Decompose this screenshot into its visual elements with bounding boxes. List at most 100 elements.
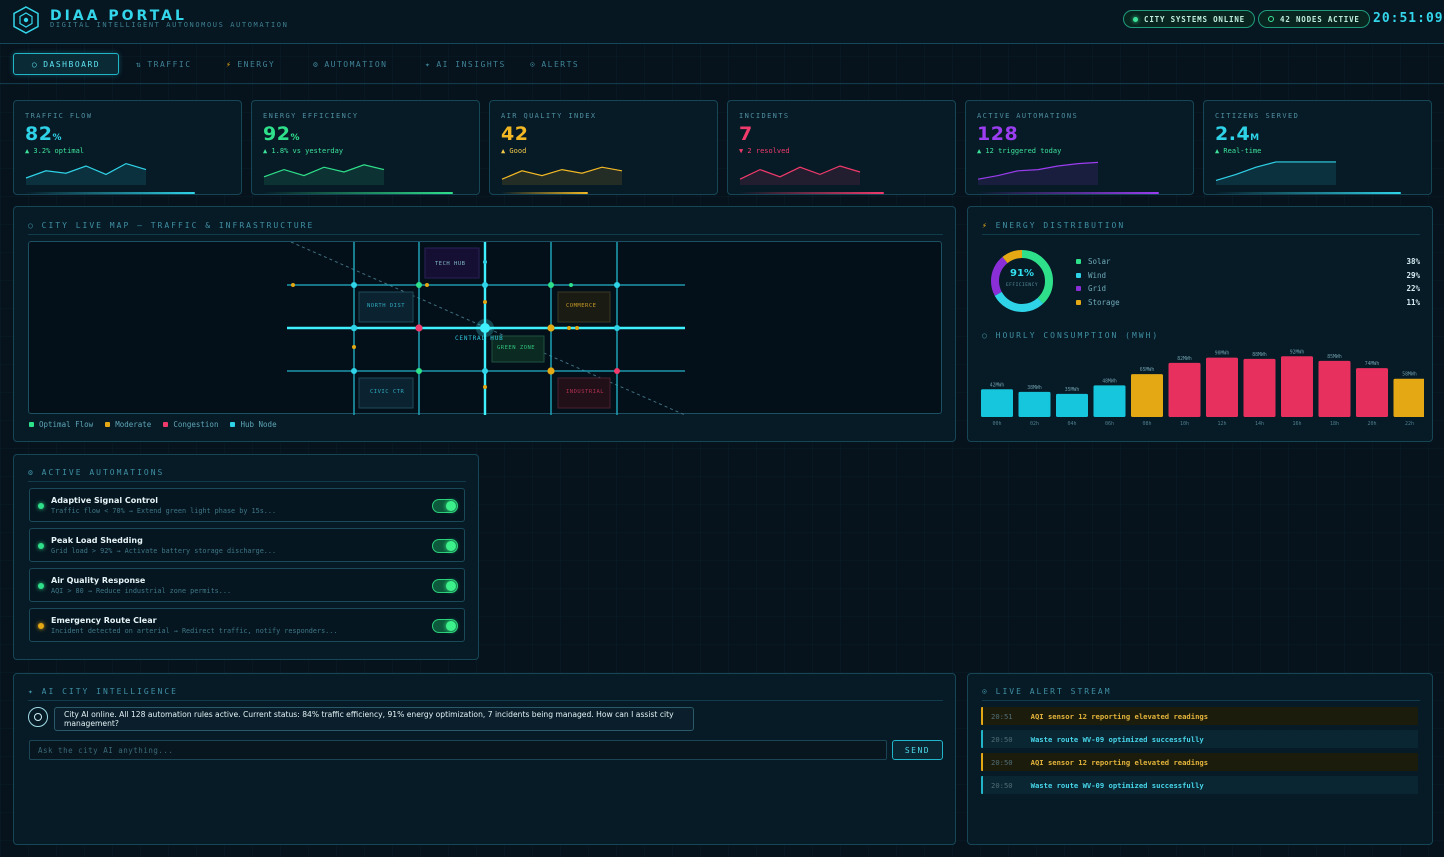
city-map-panel: ○ CITY LIVE MAP — TRAFFIC & INFRASTRUCTU… [13,206,956,442]
ai-chat-panel: ✦ AI CITY INTELLIGENCE City AI online. A… [13,673,956,845]
district-industrial[interactable]: INDUSTRIAL [566,389,604,395]
kpi-unit: % [52,133,62,143]
send-button[interactable]: SEND [892,740,943,760]
kpi-value: 2.4M [1215,123,1260,145]
automation-toggle[interactable] [432,499,458,513]
sparkline-area [978,162,1098,185]
tab-energy[interactable]: ⚡ ENERGY [216,53,285,75]
tab-label: ENERGY [237,59,276,69]
tab-traffic[interactable]: ⇅ TRAFFIC [126,53,202,75]
legend-item: Hub Node [230,420,277,429]
circle-icon: ○ [982,331,996,340]
alert-item[interactable]: 20:50 AQI sensor 12 reporting elevated r… [981,753,1418,771]
tab-automation[interactable]: ⚙ AUTOMATION [303,53,398,75]
chart-bar[interactable] [1243,358,1276,417]
energy-source-row: Wind 29% [1076,269,1420,283]
legend-swatch [105,422,111,427]
chart-bar[interactable] [1393,378,1425,417]
sparkle-icon: ✦ [28,687,42,696]
donut-value: 91% [1010,268,1034,279]
x-tick-label: 06h [1105,421,1114,427]
tab-ai-insights[interactable]: ✦ AI INSIGHTS [415,53,516,75]
automation-desc: Grid load > 92% → Activate battery stora… [51,547,277,555]
automation-name: Emergency Route Clear [51,616,157,625]
bar-value-label: 48MWh [1102,378,1117,384]
alert-item[interactable]: 20:51 AQI sensor 12 reporting elevated r… [981,707,1418,725]
kpi-progress-bar [263,192,453,194]
kpi-card[interactable]: AIR QUALITY INDEX 42 ▲ Good [489,100,718,195]
kpi-card[interactable]: INCIDENTS 7 ▼ 2 resolved [727,100,956,195]
tab-alerts[interactable]: ⊙ ALERTS [520,53,589,75]
node-ring-icon [1268,16,1274,22]
alert-item[interactable]: 20:50 Waste route WV-09 optimized succes… [981,730,1418,748]
nodes-status-text: 42 NODES ACTIVE [1280,14,1360,24]
kpi-card[interactable]: CITIZENS SERVED 2.4M ▲ Real-time [1203,100,1432,195]
chart-bar[interactable] [1356,368,1388,417]
chart-bar[interactable] [1018,391,1051,417]
energy-source-row: Grid 22% [1076,282,1420,296]
donut-label: EFFICIENCY [1005,283,1039,288]
automations-title-text: ACTIVE AUTOMATIONS [41,468,165,477]
source-pct: 11% [1406,297,1420,307]
divider [28,234,943,235]
district-commerce[interactable]: COMMERCE [566,303,597,309]
chart-bar[interactable] [1281,356,1313,417]
district-tech-hub[interactable]: TECH HUB [435,261,466,267]
bar-value-label: 58MWh [1402,372,1417,378]
chart-bar[interactable] [1093,385,1126,417]
chart-bar[interactable] [1168,362,1201,417]
kpi-trend: ▲ Real-time [1215,147,1262,155]
automation-row[interactable]: Air Quality Response AQI > 80 → Reduce i… [29,568,465,602]
source-label: Wind [1088,270,1107,280]
chart-bar[interactable] [1206,357,1238,417]
legend-item: Moderate [105,420,151,429]
alerts-title-text: LIVE ALERT STREAM [995,687,1112,696]
brand-subtitle: DIGITAL INTELLIGENT AUTONOMOUS AUTOMATIO… [50,21,289,29]
sparkle-icon: ✦ [425,59,432,69]
district-central-hub[interactable]: CENTRAL HUB [455,335,504,342]
kpi-card[interactable]: ENERGY EFFICIENCY 92% ▲ 1.8% vs yesterda… [251,100,480,195]
automation-toggle[interactable] [432,619,458,633]
source-label: Solar [1088,257,1111,267]
chart-bar[interactable] [1056,393,1088,417]
automation-row[interactable]: Adaptive Signal Control Traffic flow < 7… [29,488,465,522]
alert-text: AQI sensor 12 reporting elevated reading… [1030,757,1209,767]
kpi-trend: ▲ 3.2% optimal [25,147,85,155]
district-civic[interactable]: CIVIC CTR [370,389,404,395]
kpi-sparkline [263,164,385,185]
district-north[interactable]: NORTH DIST [367,303,405,309]
energy-source-row: Solar 38% [1076,255,1420,269]
legend-swatch [29,422,34,427]
city-map[interactable]: TECH HUB NORTH DIST COMMERCE CENTRAL HUB… [28,241,942,415]
automation-row[interactable]: Emergency Route Clear Incident detected … [29,608,465,642]
kpi-card[interactable]: TRAFFIC FLOW 82% ▲ 3.2% optimal [13,100,242,195]
map-title-text: CITY LIVE MAP — TRAFFIC & INFRASTRUCTURE [41,221,315,230]
bar-value-label: 42MWh [990,382,1005,388]
ai-message: City AI online. All 128 automation rules… [54,707,694,731]
alert-icon: ⊙ [982,687,996,696]
automation-toggle[interactable] [432,579,458,593]
district-green-zone[interactable]: GREEN ZONE [497,345,535,351]
map-legend: Optimal Flow Moderate Congestion Hub Nod… [29,420,277,429]
kpi-sparkline [25,162,147,185]
alert-item[interactable]: 20:50 Waste route WV-09 optimized succes… [981,776,1418,794]
x-tick-label: 08h [1142,421,1151,427]
toggle-knob [446,501,456,511]
automation-toggle[interactable] [432,539,458,553]
kpi-card[interactable]: ACTIVE AUTOMATIONS 128 ▲ 12 triggered to… [965,100,1194,195]
consumption-title: ○ HOURLY CONSUMPTION (MWH) [982,331,1159,340]
main-nav: ○ DASHBOARD ⇅ TRAFFIC ⚡ ENERGY ⚙ AUTOMAT… [0,44,1444,84]
legend-label: Optimal Flow [39,420,94,429]
chart-bar[interactable] [1318,360,1351,417]
gear-icon: ⚙ [313,59,320,69]
automation-row[interactable]: Peak Load Shedding Grid load > 92% → Act… [29,528,465,562]
chart-bar[interactable] [981,389,1013,417]
chat-input[interactable]: Ask the city AI anything... [29,740,887,760]
ai-avatar-icon [34,713,42,721]
x-tick-label: 14h [1255,421,1264,427]
status-dot-icon [38,583,44,589]
tab-dashboard[interactable]: ○ DASHBOARD [13,53,119,75]
x-tick-label: 10h [1180,421,1189,427]
chart-bar[interactable] [1131,374,1163,417]
automations-panel: ⚙ ACTIVE AUTOMATIONS Adaptive Signal Con… [13,454,479,660]
